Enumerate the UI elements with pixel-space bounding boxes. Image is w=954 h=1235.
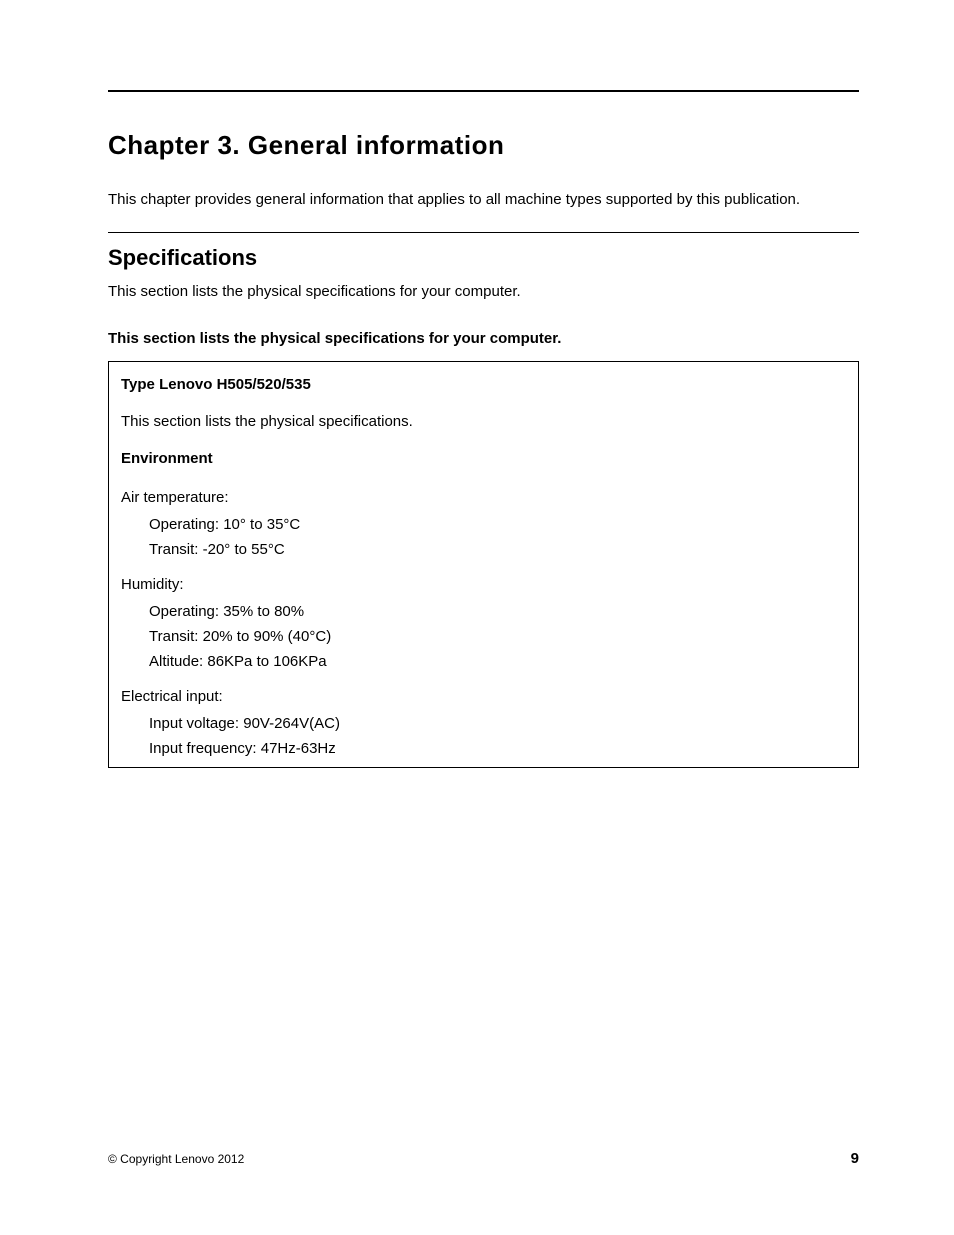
chapter-title: Chapter 3. General information (108, 130, 859, 161)
air-temp-transit: Transit: -20° to 55°C (149, 541, 846, 558)
page-footer: © Copyright Lenovo 2012 9 (108, 1150, 859, 1167)
electrical-values: Input voltage: 90V-264V(AC) Input freque… (121, 715, 846, 757)
humidity-transit: Transit: 20% to 90% (40°C) (149, 628, 846, 645)
humidity-altitude: Altitude: 86KPa to 106KPa (149, 653, 846, 670)
section-heading: Specifications (108, 245, 859, 271)
section-rule (108, 232, 859, 233)
electrical-voltage: Input voltage: 90V-264V(AC) (149, 715, 846, 732)
humidity-label: Humidity: (121, 576, 846, 593)
spec-env-heading: Environment (121, 450, 846, 467)
spec-note: This section lists the physical specific… (121, 413, 846, 430)
electrical-label: Electrical input: (121, 688, 846, 705)
spec-box: Type Lenovo H505/520/535 This section li… (108, 361, 859, 768)
subsection-heading: This section lists the physical specific… (108, 330, 859, 347)
electrical-frequency: Input frequency: 47Hz-63Hz (149, 740, 846, 757)
humidity-values: Operating: 35% to 80% Transit: 20% to 90… (121, 603, 846, 670)
humidity-operating: Operating: 35% to 80% (149, 603, 846, 620)
footer-page-number: 9 (851, 1150, 859, 1167)
top-rule (108, 90, 859, 92)
air-temp-operating: Operating: 10° to 35°C (149, 516, 846, 533)
chapter-intro: This chapter provides general informatio… (108, 189, 859, 210)
section-intro: This section lists the physical specific… (108, 281, 859, 302)
air-temp-values: Operating: 10° to 35°C Transit: -20° to … (121, 516, 846, 558)
air-temp-label: Air temperature: (121, 489, 846, 506)
footer-copyright: © Copyright Lenovo 2012 (108, 1152, 244, 1166)
spec-type-label: Type Lenovo H505/520/535 (121, 376, 846, 393)
